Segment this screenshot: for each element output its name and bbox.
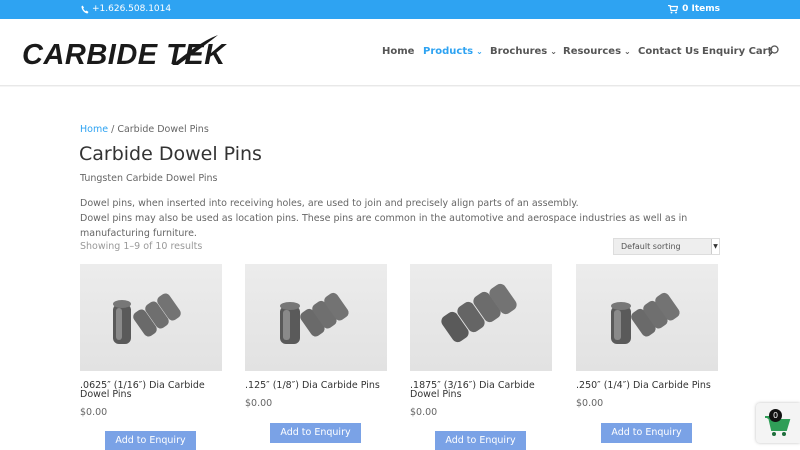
chevron-down-icon: ⌄ (624, 47, 631, 56)
description-line: Dowel pins, when inserted into receiving… (80, 198, 579, 209)
add-to-enquiry-button[interactable]: Add to Enquiry (105, 431, 196, 450)
add-to-enquiry-button[interactable]: Add to Enquiry (270, 423, 361, 443)
product-name[interactable]: .1875″ (3/16″) Dia Carbide Dowel Pins (410, 381, 552, 400)
nav-brochures[interactable]: Brochures ⌄ (490, 46, 557, 57)
product-image[interactable] (410, 264, 552, 371)
phone-number: +1.626.508.1014 (92, 4, 172, 14)
add-to-enquiry-button[interactable]: Add to Enquiry (435, 431, 526, 450)
nav-enquiry-label: Enquiry Cart (702, 46, 773, 57)
nav-home[interactable]: Home (382, 46, 414, 57)
product-card[interactable]: .250″ (1/4″) Dia Carbide Pins $0.00 Add … (576, 264, 718, 443)
chevron-down-icon: ⌄ (550, 47, 557, 56)
breadcrumb-current: Carbide Dowel Pins (117, 124, 209, 135)
product-name[interactable]: .0625″ (1/16″) Dia Carbide Dowel Pins (80, 381, 222, 400)
cart-badge: 0 (769, 409, 782, 422)
dropdown-arrow-icon: ▼ (711, 239, 719, 254)
cart-icon (668, 4, 679, 14)
product-card[interactable]: .1875″ (3/16″) Dia Carbide Dowel Pins $0… (410, 264, 552, 450)
top-bar: +1.626.508.1014 0 Items (0, 0, 800, 19)
breadcrumb-separator: / (108, 124, 118, 135)
floating-cart-widget[interactable]: 0 (756, 403, 800, 443)
sorting-select[interactable]: Default sorting ▼ (613, 238, 720, 255)
breadcrumb: Home / Carbide Dowel Pins (80, 124, 209, 135)
nav-contact-label: Contact Us (638, 46, 700, 57)
category-description: Dowel pins, when inserted into receiving… (80, 196, 730, 241)
nav-brochures-label: Brochures (490, 46, 548, 57)
product-image[interactable] (576, 264, 718, 371)
search-icon[interactable] (768, 45, 779, 60)
sorting-value: Default sorting (621, 242, 681, 251)
product-price: $0.00 (576, 398, 604, 409)
description-line: Dowel pins may also be used as location … (80, 213, 688, 239)
product-image[interactable] (245, 264, 387, 371)
logo[interactable]: CARBIDE TEK (22, 33, 225, 73)
cart-count: 0 Items (682, 4, 720, 14)
product-price: $0.00 (410, 407, 438, 418)
nav-products[interactable]: Products ⌄ (423, 46, 483, 57)
product-name[interactable]: .250″ (1/4″) Dia Carbide Pins (576, 381, 718, 391)
add-to-enquiry-button[interactable]: Add to Enquiry (601, 423, 692, 443)
site-header: CARBIDE TEK Home Products ⌄ Brochures ⌄ … (0, 19, 800, 86)
page-title: Carbide Dowel Pins (79, 143, 262, 165)
product-price: $0.00 (245, 398, 273, 409)
product-card[interactable]: .0625″ (1/16″) Dia Carbide Dowel Pins $0… (80, 264, 222, 450)
nav-enquiry-cart[interactable]: Enquiry Cart (702, 46, 772, 57)
product-card[interactable]: .125″ (1/8″) Dia Carbide Pins $0.00 Add … (245, 264, 387, 443)
product-image[interactable] (80, 264, 222, 371)
chevron-down-icon: ⌄ (476, 47, 483, 56)
product-name[interactable]: .125″ (1/8″) Dia Carbide Pins (245, 381, 387, 391)
cart-link[interactable]: 0 Items (668, 4, 720, 14)
nav-resources-label: Resources (563, 46, 622, 57)
phone-link[interactable]: +1.626.508.1014 (81, 4, 171, 14)
logo-swoosh-icon (172, 35, 218, 65)
breadcrumb-home-link[interactable]: Home (80, 124, 108, 135)
product-price: $0.00 (80, 407, 108, 418)
nav-home-label: Home (382, 46, 415, 57)
result-count: Showing 1–9 of 10 results (80, 241, 203, 252)
phone-icon (81, 5, 89, 14)
nav-contact-us[interactable]: Contact Us (638, 46, 699, 57)
nav-products-label: Products (423, 46, 474, 57)
page-subtitle: Tungsten Carbide Dowel Pins (80, 173, 218, 184)
nav-resources[interactable]: Resources ⌄ (563, 46, 631, 57)
